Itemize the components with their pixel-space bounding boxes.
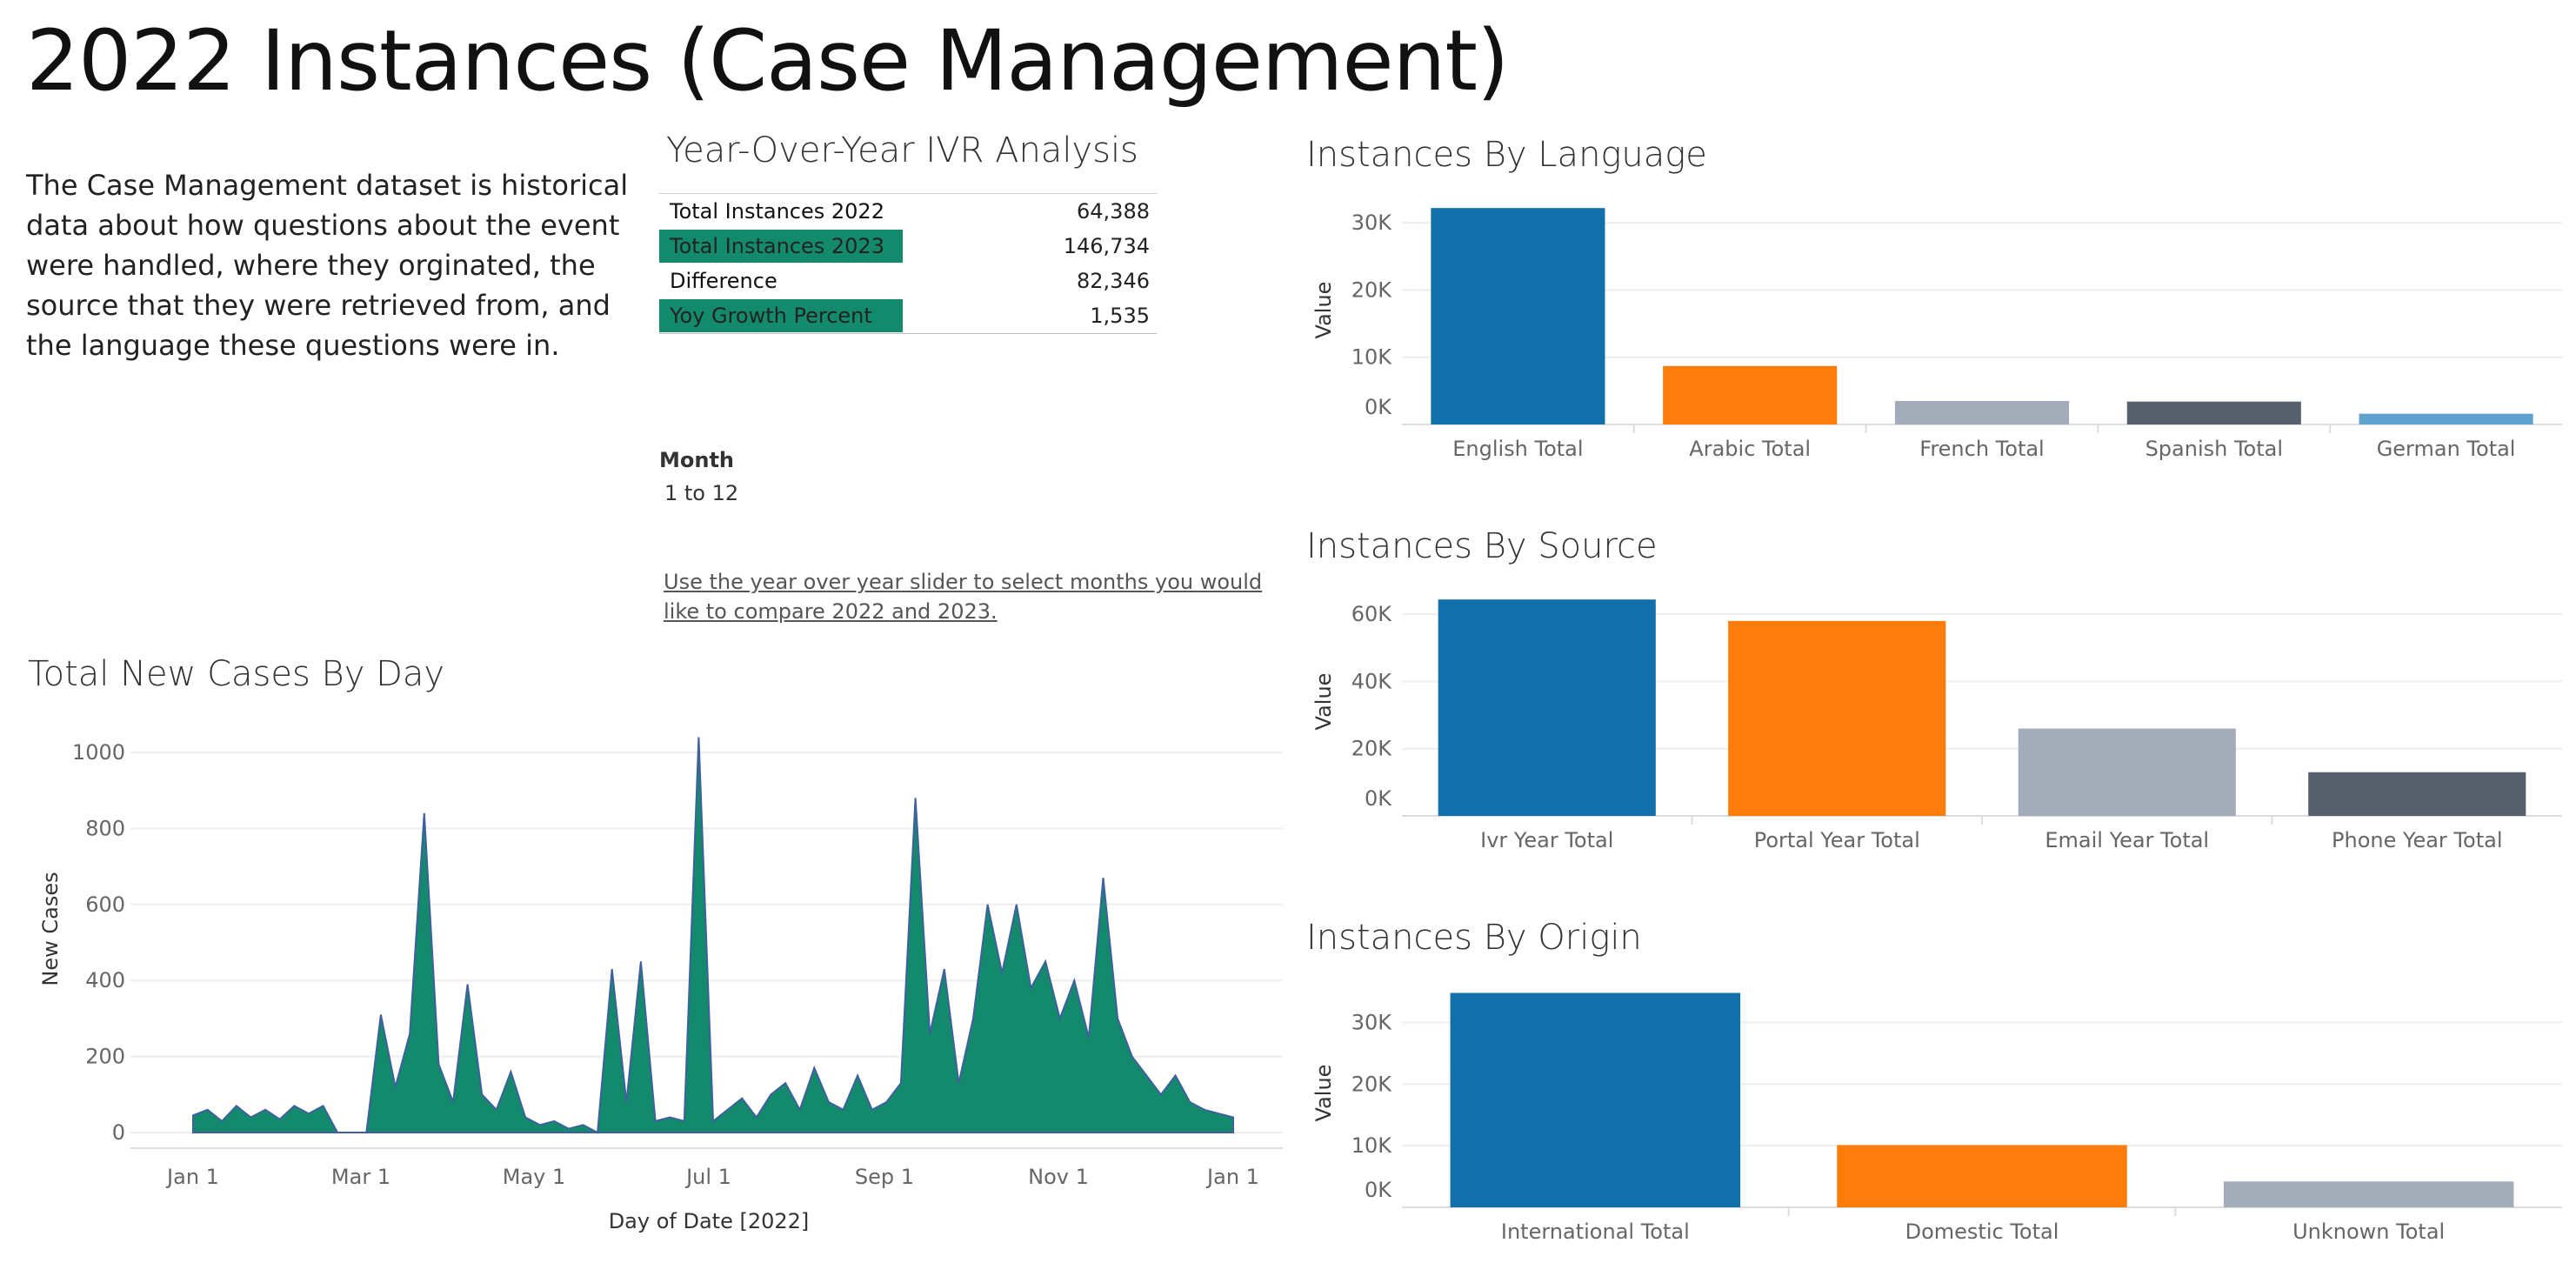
y-tick-label: 1000 [72,740,125,765]
x-tick-label: Nov 1 [1028,1165,1089,1189]
x-tick-label: Jan 1 [165,1165,219,1189]
bar [1438,599,1656,816]
x-tick-label: Sep 1 [855,1165,914,1189]
y-tick-label: 20K [1351,1072,1393,1096]
bar [2126,401,2301,424]
y-axis-label: Value [1311,282,1336,339]
y-tick-label: 0K [1365,395,1392,419]
y-tick-label: 800 [85,816,125,840]
y-tick-label: 10K [1351,1133,1393,1158]
y-tick-label: 30K [1351,210,1393,235]
bar [1663,365,1838,424]
bar [2308,772,2526,816]
bar [1837,1145,2127,1207]
y-tick-label: 0 [112,1120,125,1145]
y-axis-label: New Cases [38,872,63,986]
x-tick-label: Unknown Total [2292,1220,2445,1244]
x-tick-label: Arabic Total [1689,437,1811,461]
x-tick-label: Domestic Total [1905,1220,2059,1244]
x-tick-label: Jul 1 [684,1165,731,1189]
x-tick-label: Phone Year Total [2332,828,2502,852]
y-tick-label: 400 [85,968,125,992]
bar [1728,620,1946,816]
bar [2359,413,2533,424]
bar [1450,992,1741,1207]
bar [2018,728,2236,816]
line-chart: 0 200 400 600 800 1000 Jan 1 Mar 1 May 1 Jul 1 Sep… [38,208,2562,1244]
y-tick-label: 20K [1351,737,1393,761]
x-tick-label: Ivr Year Total [1480,828,1613,852]
x-tick-label: Mar 1 [331,1165,390,1189]
y-tick-label: 60K [1351,602,1393,626]
y-tick-label: 10K [1351,345,1393,370]
y-tick-label: 200 [85,1045,125,1069]
y-tick-label: 600 [85,892,125,917]
y-tick-label: 0K [1365,786,1392,811]
y-tick-label: 0K [1365,1178,1392,1202]
x-axis-label: Day of Date [2022] [609,1209,810,1233]
y-tick-label: 20K [1351,277,1393,302]
area-series [192,737,1234,1134]
bar [1894,400,2070,424]
y-tick-label: 30K [1351,1011,1393,1035]
bar [2223,1181,2514,1207]
x-tick-label: Email Year Total [2045,828,2209,852]
x-tick-label: May 1 [503,1165,566,1189]
y-axis-label: Value [1311,673,1336,731]
y-axis-label: Value [1311,1065,1336,1122]
x-tick-label: Jan 1 [1205,1165,1259,1189]
y-tick-label: 40K [1351,669,1393,693]
x-tick-label: French Total [1919,437,2044,461]
bar [1431,208,1605,424]
x-tick-label: German Total [2377,437,2516,461]
x-tick-label: English Total [1452,437,1583,461]
x-tick-label: Portal Year Total [1754,828,1920,852]
x-tick-label: Spanish Total [2146,437,2283,461]
x-tick-label: International Total [1501,1220,1690,1244]
